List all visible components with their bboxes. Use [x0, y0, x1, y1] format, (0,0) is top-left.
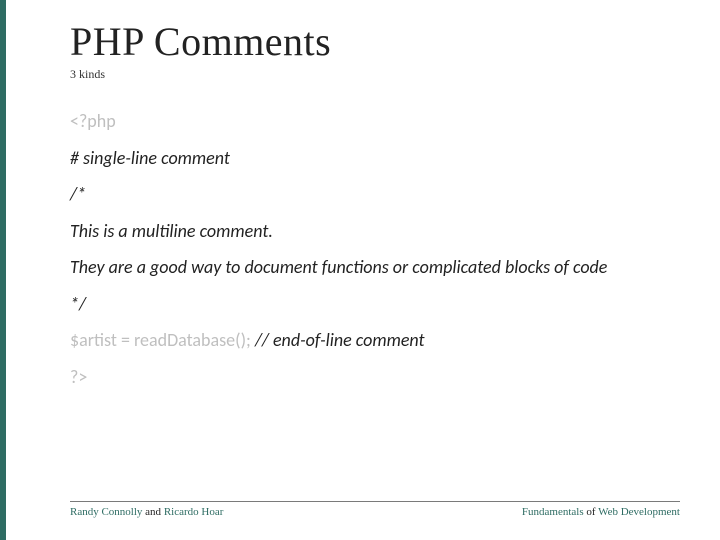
footer-author-2: Ricardo Hoar: [164, 506, 224, 518]
eol-comment: // end-of-line comment: [255, 329, 425, 351]
multiline-comment-line-1: This is a multiline comment.: [70, 220, 680, 243]
footer-join-left: and: [142, 506, 163, 518]
php-open-tag: <?php: [70, 110, 680, 133]
slide-title: PHP Comments: [70, 18, 680, 65]
statement-prefix: $artist = readDatabase();: [70, 329, 255, 351]
footer-left: Randy Connolly and Ricardo Hoar: [70, 506, 223, 518]
footer-book-word-2: Web Development: [598, 506, 680, 518]
block-comment-open: /*: [70, 183, 680, 206]
hash-comment: # single-line comment: [70, 147, 680, 170]
statement-line: $artist = readDatabase(); // end-of-line…: [70, 329, 680, 352]
footer-author-1: Randy Connolly: [70, 506, 142, 518]
footer: Randy Connolly and Ricardo Hoar Fundamen…: [70, 501, 680, 518]
multiline-comment-line-2: They are a good way to document function…: [70, 256, 680, 279]
block-comment-close: */: [70, 293, 680, 316]
code-block: <?php # single-line comment /* This is a…: [70, 110, 680, 388]
footer-book-word-1: Fundamentals: [522, 506, 584, 518]
slide: PHP Comments 3 kinds <?php # single-line…: [0, 0, 720, 540]
slide-subtitle: 3 kinds: [70, 67, 680, 82]
php-close-tag: ?>: [70, 366, 680, 389]
footer-right: Fundamentals of Web Development: [522, 506, 680, 518]
footer-join-right: of: [584, 506, 598, 518]
